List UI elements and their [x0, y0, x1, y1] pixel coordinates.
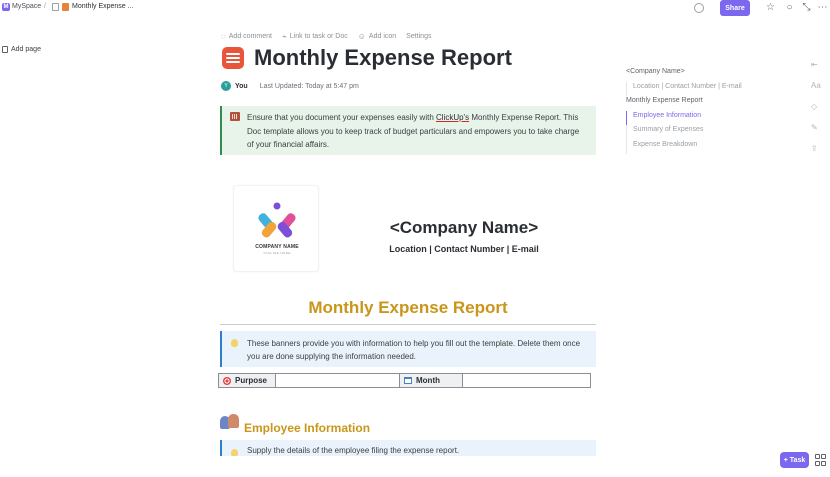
settings-button[interactable]: Settings [406, 32, 431, 41]
page-icon [2, 46, 8, 53]
last-updated: Last Updated: Today at 5:47 pm [259, 82, 359, 90]
search-icon[interactable]: ○ [784, 2, 795, 13]
history-icon[interactable] [694, 3, 704, 13]
breadcrumb-separator: / [44, 3, 46, 10]
company-name-heading[interactable]: <Company Name> [340, 218, 588, 238]
more-icon[interactable]: ⋯ [817, 2, 828, 13]
doc-icon [52, 3, 59, 11]
lightbulb-icon [231, 449, 238, 456]
collapse-panel-icon[interactable]: ⇤ [811, 60, 821, 69]
add-icon-button[interactable]: ☺ Add icon [358, 32, 396, 41]
add-comment-button[interactable]: ◌ Add comment [221, 32, 272, 41]
month-header[interactable]: Month [400, 374, 463, 387]
info-banner-text: These banners provide you with informati… [247, 339, 581, 361]
doc-title-icon[interactable] [222, 47, 244, 69]
comment-icon: ◌ [221, 32, 226, 41]
month-value-cell[interactable] [463, 374, 590, 387]
purpose-month-table: Purpose Month [218, 373, 591, 388]
link-task-button[interactable]: ⌁ Link to task or Doc [282, 32, 348, 41]
doc-emoji-icon [62, 3, 69, 11]
section-banner-text: Supply the details of the employee filin… [247, 446, 460, 455]
divider [220, 324, 596, 325]
purpose-value-cell[interactable] [276, 374, 400, 387]
author-name: You [235, 82, 248, 90]
section-banner[interactable]: Supply the details of the employee filin… [220, 440, 596, 456]
collapse-icon[interactable]: ⤡ [801, 2, 812, 13]
workspace-avatar[interactable]: M [2, 3, 10, 11]
breadcrumb-doc[interactable]: Monthly Expense ... [72, 3, 133, 10]
abacus-icon [230, 112, 240, 121]
lightbulb-icon [231, 339, 238, 347]
top-bar: M MySpace / Monthly Expense ... Share ☆ … [0, 0, 830, 17]
edit-icon[interactable]: ✎ [811, 123, 821, 132]
right-tool-rail: ⇤ Aa ◇ ✎ ⇪ [811, 60, 821, 153]
section-title-employee[interactable]: Employee Information [244, 421, 370, 435]
apps-grid-icon[interactable] [815, 454, 827, 466]
toc-item-active[interactable]: Employee Information [626, 110, 742, 125]
company-contact[interactable]: Location | Contact Number | E-mail [340, 244, 588, 254]
info-banner[interactable]: These banners provide you with informati… [220, 331, 596, 367]
clickup-link[interactable]: ClickUp's [436, 113, 469, 122]
author-row: Y You Last Updated: Today at 5:47 pm [221, 81, 359, 91]
share-button[interactable]: Share [720, 0, 750, 16]
people-icon [220, 414, 240, 430]
page-title[interactable]: Monthly Expense Report [254, 45, 512, 71]
intro-text-1: Ensure that you document your expenses e… [247, 113, 436, 122]
link-icon: ⌁ [281, 32, 287, 41]
target-icon [223, 376, 231, 385]
logo-mark-icon [258, 202, 296, 238]
logo-tagline: TAGLINE HERE [263, 251, 291, 255]
company-logo[interactable]: COMPANY NAME TAGLINE HERE [233, 185, 319, 272]
logo-company-name: COMPANY NAME [255, 244, 299, 250]
star-icon[interactable]: ☆ [765, 2, 776, 13]
intro-banner[interactable]: Ensure that you document your expenses e… [220, 106, 596, 155]
purpose-header[interactable]: Purpose [219, 374, 276, 387]
add-page-button[interactable]: Add page [2, 46, 41, 53]
toc-item[interactable]: Monthly Expense Report [626, 96, 742, 111]
avatar[interactable]: Y [221, 81, 231, 91]
export-icon[interactable]: ⇪ [811, 144, 821, 153]
table-of-contents: <Company Name> Location | Contact Number… [626, 67, 742, 154]
breadcrumb-space[interactable]: MySpace [12, 3, 41, 10]
toc-item[interactable]: Summary of Expenses [626, 125, 742, 140]
doc-toolbar: ◌ Add comment ⌁ Link to task or Doc ☺ Add i… [221, 32, 431, 41]
toc-item[interactable]: Expense Breakdown [626, 139, 742, 154]
smile-icon: ☺ [357, 32, 366, 41]
add-page-label: Add page [11, 46, 41, 53]
text-format-icon[interactable]: Aa [811, 81, 821, 90]
toc-item[interactable]: Location | Contact Number | E-mail [626, 81, 742, 96]
calendar-icon [404, 377, 412, 384]
tag-icon[interactable]: ◇ [811, 102, 821, 111]
report-heading[interactable]: Monthly Expense Report [220, 298, 596, 318]
add-task-button[interactable]: + Task [780, 452, 809, 468]
toc-item[interactable]: <Company Name> [626, 67, 742, 82]
